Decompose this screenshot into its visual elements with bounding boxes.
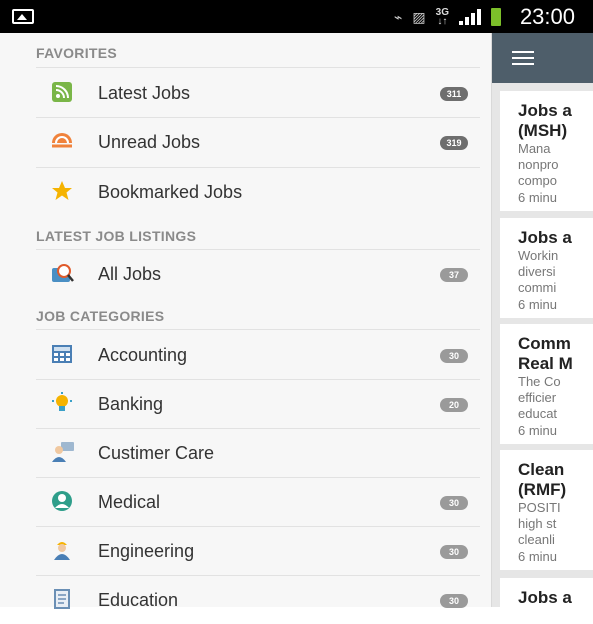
no-sim-icon: ▨ <box>412 8 426 25</box>
drawer-item-engineering[interactable]: Engineering 30 <box>0 527 492 575</box>
job-card-title-line2: Real M <box>518 354 573 373</box>
search-icon <box>51 262 74 284</box>
job-card[interactable]: Jobs a Workin diversi commi 6 minu <box>500 218 593 318</box>
job-card-title: Jobs a <box>518 101 572 120</box>
count-badge: 311 <box>440 87 468 101</box>
drawer-item-bookmarked-jobs[interactable]: Bookmarked Jobs <box>0 168 492 216</box>
drawer-item-customer-care[interactable]: Custimer Care <box>0 429 492 477</box>
job-card-desc: cleanli <box>518 532 555 547</box>
hamburger-menu-icon[interactable] <box>512 51 534 65</box>
section-header-job-categories: JOB CATEGORIES <box>36 308 165 324</box>
job-card-desc: compo <box>518 173 558 188</box>
job-card-time: 6 minu <box>518 190 558 205</box>
count-badge: 30 <box>440 594 468 608</box>
job-card[interactable]: Jobs a <box>500 578 593 607</box>
star-icon <box>51 180 73 202</box>
drawer-item-label: Unread Jobs <box>98 132 201 152</box>
doctor-icon <box>51 490 73 512</box>
job-card-desc: Workin <box>518 248 559 263</box>
job-card-desc: The Co <box>518 374 561 389</box>
network-type-indicator: 3G ↓↑ <box>436 8 449 27</box>
job-card-desc: educat <box>518 406 558 421</box>
count-badge: 30 <box>440 545 468 559</box>
navigation-drawer: FAVORITES Latest Jobs 311 Unread Jobs 31… <box>0 33 492 610</box>
job-card-title-line2: (MSH) <box>518 121 568 140</box>
signal-icon <box>459 9 481 25</box>
job-card-time: 6 minu <box>518 423 558 438</box>
status-icons: ⌁ ▨ 3G ↓↑ <box>394 7 501 27</box>
drawer-item-accounting[interactable]: Accounting 30 <box>0 331 492 379</box>
drawer-item-latest-jobs[interactable]: Latest Jobs 311 <box>0 69 492 117</box>
count-badge: 30 <box>440 496 468 510</box>
count-badge: 37 <box>440 268 468 282</box>
job-card-title: Comm <box>518 334 571 353</box>
job-card-desc: high st <box>518 516 557 531</box>
job-card-desc: diversi <box>518 264 556 279</box>
vibrate-icon: ⌁ <box>393 8 403 25</box>
job-card[interactable]: Jobs a (MSH) Mana nonpro compo 6 minu <box>500 91 593 211</box>
drawer-item-medical[interactable]: Medical 30 <box>0 478 492 526</box>
job-card[interactable]: Clean (RMF) POSITI high st cleanli 6 min… <box>500 450 593 570</box>
drawer-item-unread-jobs[interactable]: Unread Jobs 319 <box>0 118 492 166</box>
job-card-title: Jobs a <box>518 588 572 607</box>
count-badge: 30 <box>440 349 468 363</box>
count-badge: 20 <box>440 398 468 412</box>
drawer-item-all-jobs[interactable]: All Jobs 37 <box>0 250 492 298</box>
engineer-icon <box>51 539 73 561</box>
drawer-item-label: All Jobs <box>98 264 162 284</box>
support-icon <box>51 441 74 463</box>
job-card-desc: nonpro <box>518 157 559 172</box>
status-bar: ⌁ ▨ 3G ↓↑ 23:00 <box>0 0 593 33</box>
job-card-time: 6 minu <box>518 549 558 564</box>
job-card-time: 6 minu <box>518 297 558 312</box>
network-activity-label: ↓↑ <box>437 16 448 27</box>
drawer-item-label: Custimer Care <box>98 443 215 463</box>
drawer-item-label: Latest Jobs <box>98 83 191 103</box>
section-header-favorites: FAVORITES <box>36 45 118 61</box>
drawer-item-label: Bookmarked Jobs <box>98 182 243 202</box>
calculator-icon <box>51 343 73 365</box>
section-header-latest-listings: LATEST JOB LISTINGS <box>36 228 197 244</box>
job-list-pane: Jobs a (MSH) Mana nonpro compo 6 minu Jo… <box>492 33 593 607</box>
job-card-desc: commi <box>518 280 557 295</box>
job-card-title: Jobs a <box>518 228 572 247</box>
job-card-desc: Mana <box>518 141 551 156</box>
divider <box>36 329 480 330</box>
job-card-title-line2: (RMF) <box>518 480 567 499</box>
lightbulb-icon <box>51 392 73 414</box>
drawer-item-label: Education <box>98 590 179 610</box>
job-card-title: Clean <box>518 460 565 479</box>
rss-icon <box>51 81 73 103</box>
count-badge: 319 <box>440 136 468 150</box>
job-card[interactable]: Comm Real M The Co efficier educat 6 min… <box>500 324 593 444</box>
drawer-item-education[interactable]: Education 30 <box>0 576 492 624</box>
wifi-icon <box>51 130 73 152</box>
status-time: 23:00 <box>519 4 575 29</box>
gallery-notification-icon <box>12 9 34 24</box>
drawer-item-label: Accounting <box>98 345 188 365</box>
job-card-desc: POSITI <box>518 500 561 515</box>
job-card-desc: efficier <box>518 390 557 405</box>
drawer-item-label: Banking <box>98 394 164 414</box>
divider <box>36 67 480 68</box>
drawer-item-label: Medical <box>98 492 161 512</box>
drawer-item-label: Engineering <box>98 541 195 561</box>
drawer-item-banking[interactable]: Banking 20 <box>0 380 492 428</box>
battery-icon <box>491 8 501 26</box>
app-bar <box>492 33 593 83</box>
